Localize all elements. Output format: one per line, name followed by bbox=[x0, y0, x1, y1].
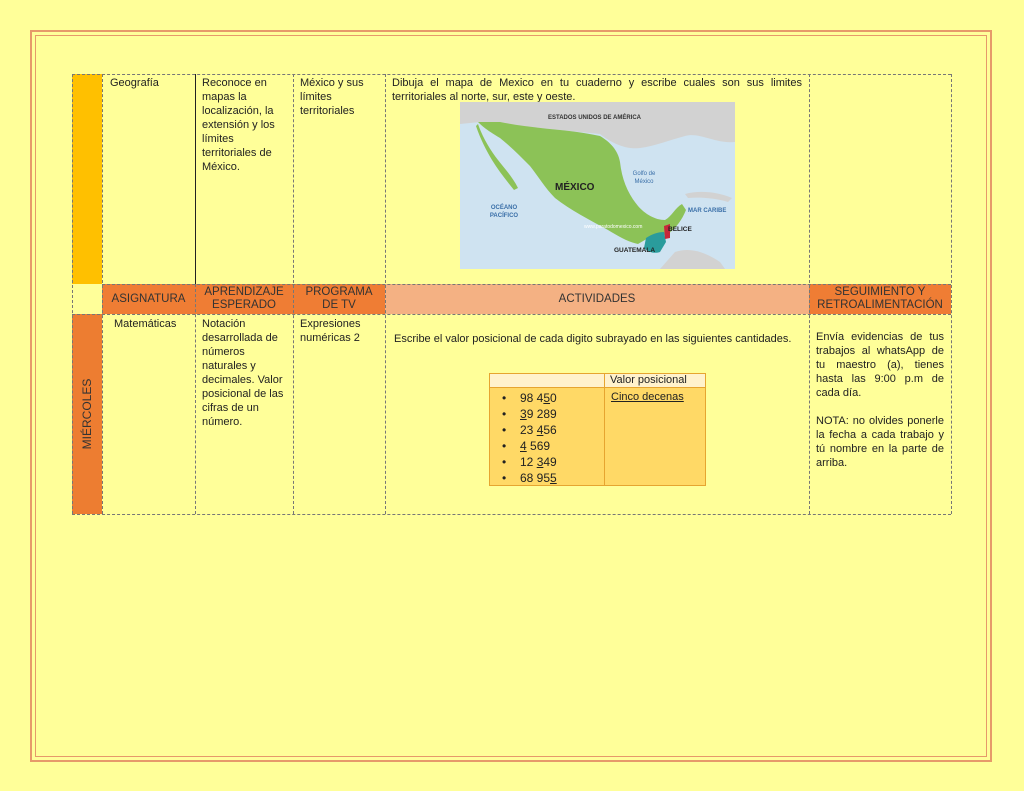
map-label-golfo: Golfo de México bbox=[632, 171, 656, 185]
day-bar-top bbox=[72, 74, 102, 284]
header-seguimiento: SEGUIMIENTO Y RETROALIMENTACIÓN bbox=[809, 284, 951, 314]
day-label: MIÉRCOLES bbox=[80, 378, 94, 450]
number-item: 12 349 bbox=[490, 454, 604, 470]
matematicas-actividad: Escribe el valor posicional de cada digi… bbox=[394, 333, 792, 345]
matematicas-asignatura: Matemáticas bbox=[114, 318, 177, 330]
seguimiento-text: Envía evidencias de tus trabajos al what… bbox=[810, 330, 950, 470]
day-bar-miercoles: MIÉRCOLES bbox=[72, 314, 102, 514]
geografia-aprendizaje: Reconoce en mapas la localización, la ex… bbox=[202, 77, 275, 173]
map-label-mexico: MÉXICO bbox=[555, 182, 595, 193]
map-watermark: www.paratodomexico.com bbox=[584, 224, 643, 230]
cuba-island bbox=[685, 191, 732, 202]
number-item: 4 569 bbox=[490, 438, 604, 454]
answer-cinco-decenas: Cinco decenas bbox=[611, 391, 684, 403]
number-item: 98 450 bbox=[490, 390, 604, 406]
valor-posicional-table: Valor posicional 98 450 39 289 23 456 4 … bbox=[489, 373, 706, 486]
geografia-programa: México y sus límites territoriales bbox=[300, 77, 364, 117]
map-label-belice: BELICE bbox=[668, 226, 692, 233]
map-label-usa: ESTADOS UNIDOS DE AMÉRICA bbox=[548, 115, 642, 121]
table-header-valor: Valor posicional bbox=[610, 374, 687, 386]
seguimiento-nota: NOTA: no olvides ponerle la fecha a cada… bbox=[816, 415, 944, 469]
geografia-asignatura: Geografía bbox=[110, 77, 159, 89]
header-actividades: ACTIVIDADES bbox=[385, 284, 809, 314]
header-programa: PROGRAMA DE TV bbox=[293, 284, 385, 314]
central-america bbox=[660, 250, 725, 269]
map-label-caribe: MAR CARIBE bbox=[688, 208, 727, 214]
number-item: 23 456 bbox=[490, 422, 604, 438]
seguimiento-evidencias: Envía evidencias de tus trabajos al what… bbox=[816, 331, 944, 399]
map-svg bbox=[460, 102, 735, 269]
header-asignatura: ASIGNATURA bbox=[102, 284, 195, 314]
header-aprendizaje: APRENDIZAJE ESPERADO bbox=[195, 284, 293, 314]
matematicas-programa: Expresiones numéricas 2 bbox=[300, 318, 361, 344]
matematicas-aprendizaje: Notación desarrollada de números natural… bbox=[202, 318, 284, 428]
mexico-map: ESTADOS UNIDOS DE AMÉRICA MÉXICO Golfo d… bbox=[460, 102, 735, 269]
number-item: 68 955 bbox=[490, 470, 604, 486]
number-item: 39 289 bbox=[490, 406, 604, 422]
map-label-pacifico: OCÉANO PACÍFICO bbox=[489, 205, 519, 219]
numbers-list: 98 450 39 289 23 456 4 569 12 349 68 955 bbox=[490, 390, 604, 486]
map-label-guatemala: GUATEMALA bbox=[614, 247, 656, 254]
